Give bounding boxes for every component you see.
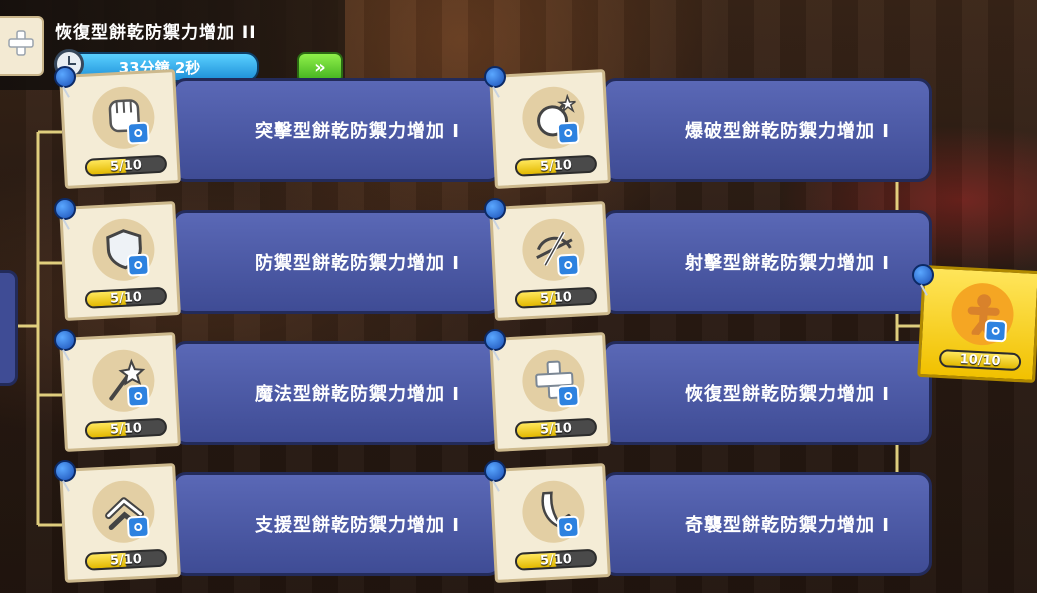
research-progress-text: 5/10: [539, 420, 573, 438]
research-progress-text: 5/10: [109, 551, 143, 569]
pin-icon: [484, 460, 506, 482]
research-node-label: 突擊型餅乾防禦力增加 I: [255, 121, 460, 142]
research-node-label: 魔法型餅乾防禦力增加 I: [255, 384, 460, 405]
upgrade-badge-icon: [126, 253, 150, 277]
research-node-banner[interactable]: 突擊型餅乾防禦力增加 I: [172, 78, 502, 182]
upgrade-badge-icon: [984, 319, 1008, 343]
research-node-label: 支援型餅乾防禦力增加 I: [255, 515, 460, 536]
research-node-banner[interactable]: 支援型餅乾防禦力增加 I: [172, 472, 502, 576]
research-node-card[interactable]: 5/10: [489, 201, 611, 321]
research-node-banner[interactable]: 恢復型餅乾防禦力增加 I: [602, 341, 932, 445]
research-node[interactable]: 支援型餅乾防禦力增加 I 5/10: [54, 460, 502, 583]
research-node-banner[interactable]: 魔法型餅乾防禦力增加 I: [172, 341, 502, 445]
plus-icon: [8, 30, 34, 56]
research-node[interactable]: 爆破型餅乾防禦力增加 I 5/10: [484, 66, 932, 189]
research-progress-text: 5/10: [539, 289, 573, 307]
research-progress-bar: 5/10: [84, 548, 168, 571]
research-node[interactable]: 射擊型餅乾防禦力增加 I 5/10: [484, 198, 932, 321]
research-node-card[interactable]: 5/10: [489, 332, 611, 452]
research-progress-bar: 5/10: [514, 286, 598, 309]
research-node[interactable]: 突擊型餅乾防禦力增加 I 5/10: [54, 66, 502, 189]
upgrade-badge-icon: [126, 121, 150, 145]
current-research-icon: [0, 16, 44, 76]
research-node-card[interactable]: 5/10: [59, 201, 181, 321]
research-node-banner[interactable]: 奇襲型餅乾防禦力增加 I: [602, 472, 932, 576]
pin-icon: [484, 66, 506, 88]
research-progress-text: 5/10: [539, 157, 573, 175]
research-node-banner[interactable]: 防禦型餅乾防禦力增加 I: [172, 210, 502, 314]
research-node-card[interactable]: 5/10: [489, 463, 611, 583]
final-progress-bar: 10/10: [938, 348, 1022, 372]
research-progress-bar: 5/10: [84, 286, 168, 309]
research-progress-bar: 5/10: [84, 154, 168, 177]
research-progress-text: 5/10: [539, 551, 573, 569]
pin-icon: [54, 198, 76, 220]
research-progress-bar: 5/10: [84, 417, 168, 440]
research-node-label: 爆破型餅乾防禦力增加 I: [685, 121, 890, 142]
current-research-title: 恢復型餅乾防禦力增加 II: [55, 23, 257, 43]
pin-icon: [912, 264, 934, 286]
research-node-label: 奇襲型餅乾防禦力增加 I: [685, 515, 890, 536]
upgrade-badge-icon: [126, 384, 150, 408]
research-node-card[interactable]: 5/10: [59, 69, 181, 189]
research-node-banner[interactable]: 爆破型餅乾防禦力增加 I: [602, 78, 932, 182]
upgrade-badge-icon: [556, 515, 580, 539]
upgrade-badge-icon: [126, 515, 150, 539]
research-progress-bar: 5/10: [514, 548, 598, 571]
research-node-banner[interactable]: 射擊型餅乾防禦力增加 I: [602, 210, 932, 314]
research-progress-text: 5/10: [109, 289, 143, 307]
pin-icon: [484, 198, 506, 220]
pin-icon: [54, 329, 76, 351]
research-node-label: 射擊型餅乾防禦力增加 I: [685, 253, 890, 274]
research-node[interactable]: 防禦型餅乾防禦力增加 I 5/10: [54, 198, 502, 321]
research-node[interactable]: 恢復型餅乾防禦力增加 I 5/10: [484, 329, 932, 452]
research-progress-bar: 5/10: [514, 417, 598, 440]
final-progress-text: 10/10: [959, 352, 1001, 370]
upgrade-badge-icon: [556, 253, 580, 277]
research-node[interactable]: 奇襲型餅乾防禦力增加 I 5/10: [484, 460, 932, 583]
pin-icon: [54, 460, 76, 482]
pin-icon: [484, 329, 506, 351]
research-progress-text: 5/10: [109, 420, 143, 438]
research-node-card[interactable]: 5/10: [489, 69, 611, 189]
research-node-card[interactable]: 5/10: [59, 463, 181, 583]
upgrade-badge-icon: [556, 121, 580, 145]
research-node[interactable]: 魔法型餅乾防禦力增加 I 5/10: [54, 329, 502, 452]
research-node-label: 恢復型餅乾防禦力增加 I: [685, 384, 890, 405]
previous-node-stub[interactable]: [0, 270, 18, 386]
research-node-card[interactable]: 5/10: [59, 332, 181, 452]
final-research-node[interactable]: 10/10: [917, 264, 1037, 384]
upgrade-badge-icon: [556, 384, 580, 408]
research-progress-bar: 5/10: [514, 154, 598, 177]
pin-icon: [54, 66, 76, 88]
research-node-label: 防禦型餅乾防禦力增加 I: [255, 253, 460, 274]
research-progress-text: 5/10: [109, 157, 143, 175]
